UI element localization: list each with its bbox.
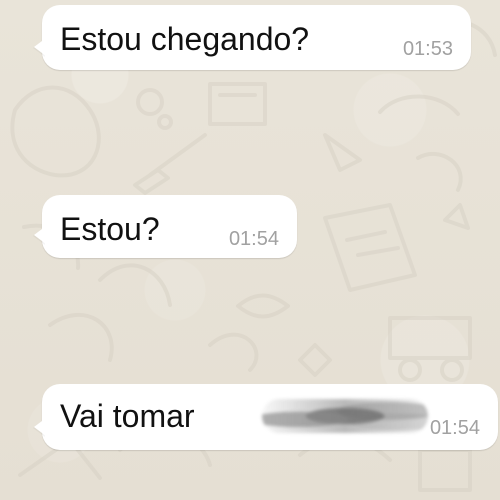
blurred-redaction xyxy=(262,399,428,433)
message-tail-shape xyxy=(34,418,46,436)
message-tail-shape xyxy=(34,226,46,244)
incoming-message-bubble[interactable]: Vai tomar 01:54 xyxy=(34,384,498,450)
message-tail-shape xyxy=(34,38,46,56)
message-text: Estou chegando? xyxy=(60,21,310,57)
incoming-message-bubble[interactable]: Estou chegando? 01:53 xyxy=(34,5,471,70)
incoming-message-bubble[interactable]: Estou? 01:54 xyxy=(34,195,297,258)
message-text: Estou? xyxy=(60,211,160,247)
message-text: Vai tomar xyxy=(60,398,195,434)
message-timestamp: 01:54 xyxy=(228,228,279,250)
message-timestamp: 01:54 xyxy=(429,417,480,439)
message-timestamp: 01:53 xyxy=(402,38,453,60)
